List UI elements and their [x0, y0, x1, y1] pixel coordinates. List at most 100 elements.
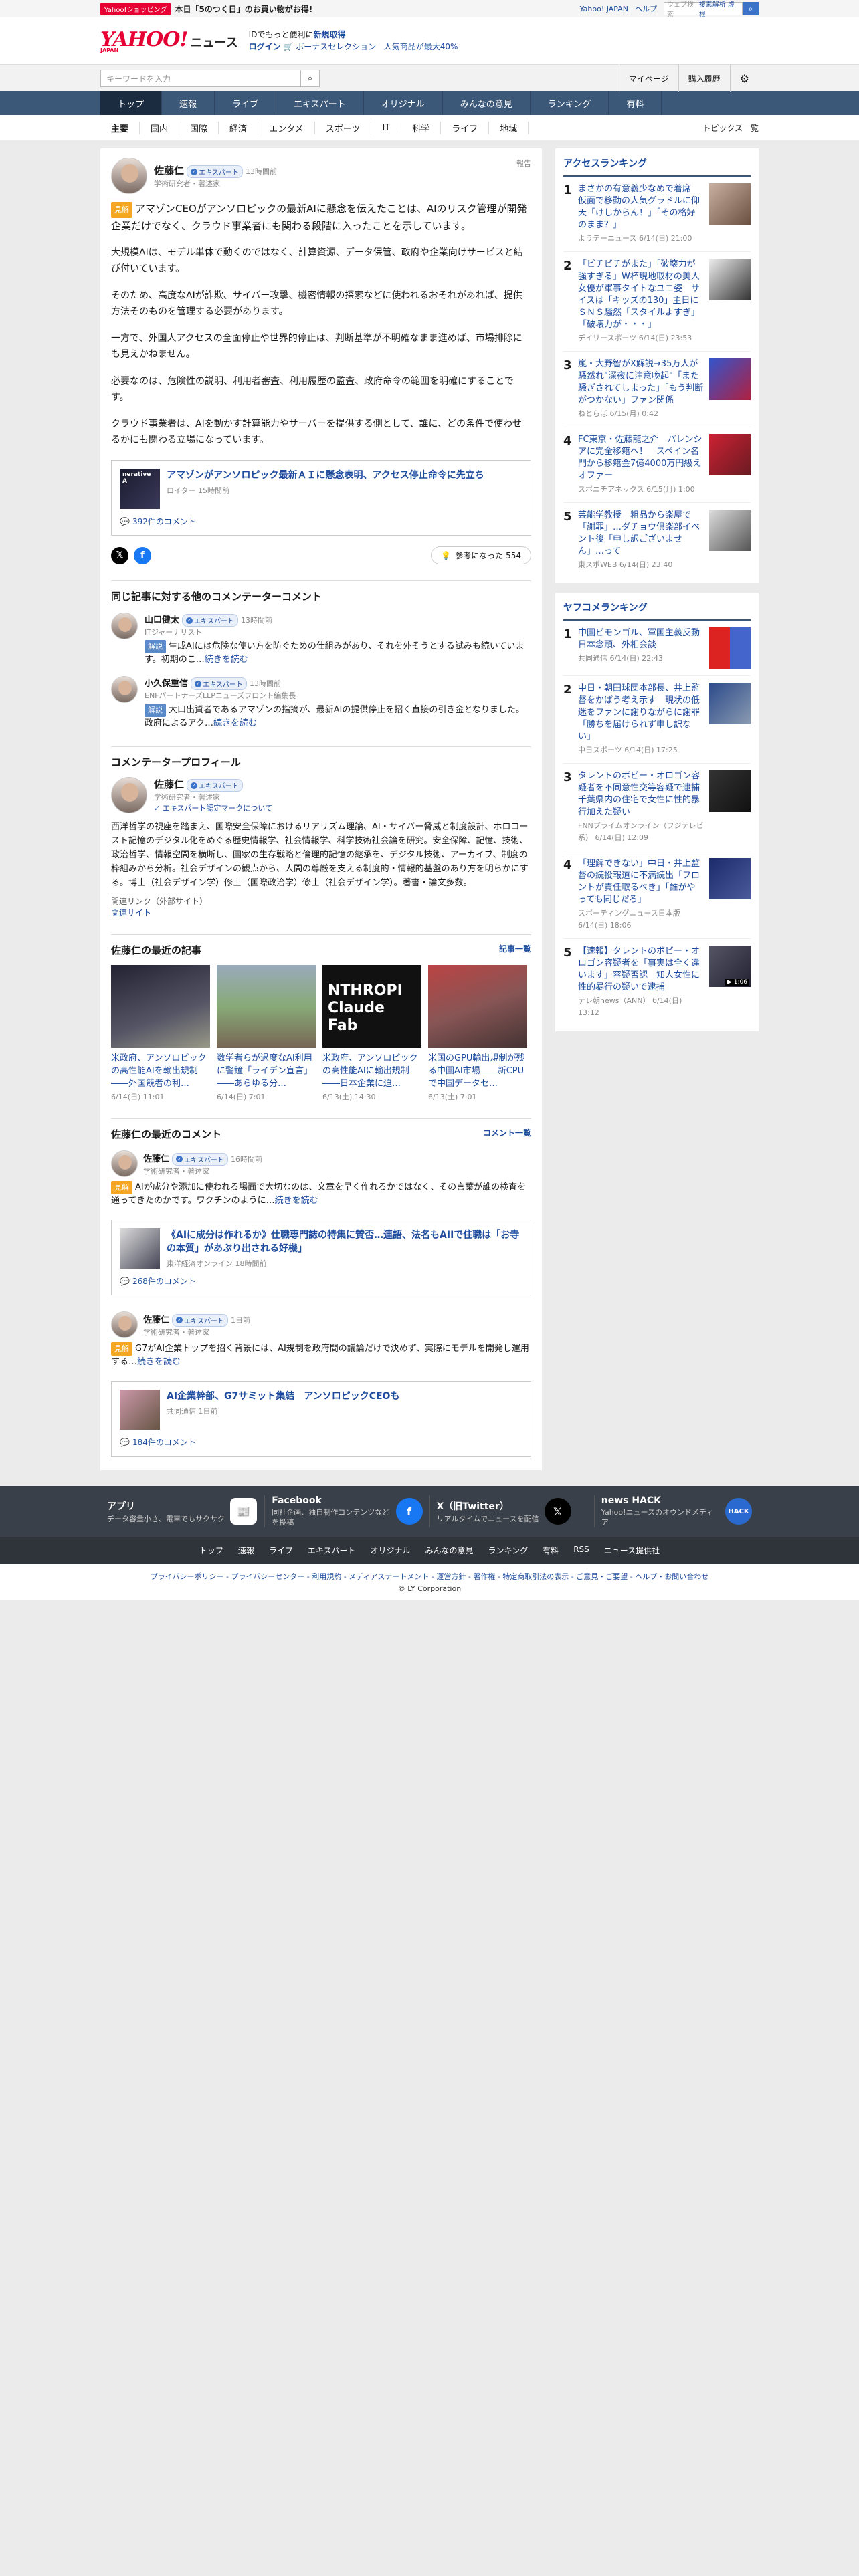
promo-text[interactable]: 本日「5のつく日」のお買い物がお得!: [175, 3, 312, 15]
article-list-link[interactable]: 記事一覧: [499, 943, 531, 957]
signup-link[interactable]: 新規取得: [313, 30, 345, 39]
help-link[interactable]: ヘルプ: [635, 3, 657, 14]
footer-link-top[interactable]: トップ: [199, 1545, 223, 1556]
footer-facebook[interactable]: Facebook 同社企画、独自制作コンテンツなどを投稿 f: [265, 1495, 430, 1527]
category-life[interactable]: ライフ: [441, 121, 490, 134]
expert-mark-link[interactable]: エキスパート認定マークについて: [163, 804, 272, 813]
promo-tag[interactable]: Yahoo!ショッピング: [100, 2, 171, 15]
ranking-item[interactable]: 3 タレントのボビー・オロゴン容疑者を不同意性交等容疑で逮捕 千葉県内の住宅で女…: [563, 764, 751, 851]
source-article-title[interactable]: アマゾンがアンソロピック最新ＡＩに懸念表明、アクセス停止命令に先立ち: [167, 469, 484, 482]
source-article-card[interactable]: 《AIに成分は作れるか》仕職専門誌の特集に賛否…連語、法名もAIIで住職は「お寺…: [111, 1220, 531, 1295]
footer-link-breaking[interactable]: 速報: [238, 1545, 254, 1556]
avatar[interactable]: [111, 1311, 138, 1338]
web-search-button[interactable]: ⌕: [743, 2, 759, 15]
tab-opinions[interactable]: みんなの意見: [443, 91, 531, 115]
ranking-item[interactable]: 2 「ビチビチがまた」「破壊力が強すぎる」W杯現地取材の美人女優が軍事タイトなユ…: [563, 252, 751, 352]
ranking-item[interactable]: 1 まさかの有意義少なめで着席 仮面で移動の人気グラドルに仰天「けしからん！」「…: [563, 177, 751, 252]
footer-news-hack[interactable]: news HACK Yahoo!ニュースのオウンドメディア HACK: [595, 1495, 759, 1527]
shopping-promo[interactable]: Yahoo!ショッピング 本日「5のつく日」のお買い物がお得!: [100, 2, 312, 15]
ranking-item[interactable]: 3 嵐・大野智がX解説→35万人が騒然れ"深夜に注意喚起"「また騒ぎされてしまっ…: [563, 352, 751, 427]
category-entertainment[interactable]: エンタメ: [258, 121, 315, 134]
comment-count-link[interactable]: 💬 392件のコメント: [120, 516, 522, 527]
ranking-item[interactable]: 1 中国ビモンゴル、軍国主義反動日本念頭、外相会談 共同通信 6/14(日) 22…: [563, 621, 751, 676]
ranking-item[interactable]: 5 【速報】タレントのボビー・オロゴン容疑者を「事実は全く違います」容疑否認 知…: [563, 939, 751, 1026]
footer-app[interactable]: アプリ データ容量小さ、電車でもサクサク 📰: [100, 1495, 266, 1527]
related-site-link[interactable]: 関連サイト: [111, 907, 531, 918]
site-footer: アプリ データ容量小さ、電車でもサクサク 📰 Facebook 同社企画、独自制作コ…: [0, 1486, 859, 1564]
ranking-item[interactable]: 4 FC東京・佐藤龍之介 バレンシアに完全移籍へ！ スペイン名門から移籍金7億4…: [563, 427, 751, 503]
share-bar: 𝕏 f 💡 参考になった 554: [111, 546, 531, 564]
category-economy[interactable]: 経済: [219, 121, 259, 134]
avatar[interactable]: [111, 777, 147, 813]
keyword-input[interactable]: キーワードを入力: [100, 70, 301, 87]
category-domestic[interactable]: 国内: [140, 121, 180, 134]
login-link[interactable]: ログイン: [249, 42, 281, 51]
web-search-input[interactable]: ウェブ検索 複素解析 虚根: [664, 1, 743, 19]
avatar[interactable]: [111, 1150, 138, 1177]
ranking-item[interactable]: 4 「理解できない」中日・井上監督の続投報道に不満続出「フロントが責任取るべき」…: [563, 851, 751, 939]
ranking-item[interactable]: 2 中日・朝田球団本部長、井上監督をかばう考え示す 現状の低迷をファンに謝りなが…: [563, 676, 751, 764]
tab-ranking[interactable]: ランキング: [531, 91, 609, 115]
footer-link-opinions[interactable]: みんなの意見: [425, 1545, 474, 1556]
footer-link-live[interactable]: ライブ: [269, 1545, 293, 1556]
tab-expert[interactable]: エキスパート: [276, 91, 364, 115]
mypage-link[interactable]: マイページ: [618, 65, 678, 92]
bonus-link[interactable]: ボーナスセレクション: [296, 42, 376, 51]
tab-original[interactable]: オリジナル: [364, 91, 443, 115]
yahoo-japan-link[interactable]: Yahoo! JAPAN: [579, 5, 628, 13]
comment-count-link[interactable]: 💬 184件のコメント: [120, 1436, 522, 1448]
source-article-card[interactable]: nerative A アマゾンがアンソロピック最新ＡＩに懸念表明、アクセス停止命…: [111, 460, 531, 536]
x-share-icon[interactable]: 𝕏: [111, 546, 128, 564]
article-card[interactable]: 米国のGPU輸出規制が残る中国AI市場――新CPUで中国データセ… 6/13(土…: [428, 965, 527, 1102]
footer-x[interactable]: X（旧Twitter） リアルタイムでニュースを配信 𝕏: [430, 1495, 595, 1527]
report-link[interactable]: 報告: [516, 158, 531, 169]
article-thumbnail: [428, 965, 527, 1048]
tab-breaking[interactable]: 速報: [162, 91, 215, 115]
source-article-card[interactable]: AI企業幹部、G7サミット集結 アンソロピックCEOも 共同通信 1日前 💬 18…: [111, 1381, 531, 1457]
tab-paid[interactable]: 有料: [609, 91, 662, 115]
read-more-link[interactable]: 続きを読む: [213, 718, 257, 728]
category-it[interactable]: IT: [371, 122, 402, 133]
footer-link-expert[interactable]: エキスパート: [308, 1545, 356, 1556]
footer-link-original[interactable]: オリジナル: [371, 1545, 411, 1556]
author-name[interactable]: 佐藤仁: [154, 165, 184, 177]
tab-live[interactable]: ライブ: [215, 91, 277, 115]
article-card[interactable]: NTHROPI Claude Fab 米政府、アンソロピックの高性能AIに輸出規…: [322, 965, 421, 1102]
category-science[interactable]: 科学: [401, 121, 442, 134]
comment-list-link[interactable]: コメント一覧: [483, 1127, 531, 1141]
commenter-name[interactable]: 山口健太: [145, 615, 179, 625]
footer-link-paid[interactable]: 有料: [543, 1545, 559, 1556]
avatar[interactable]: [111, 676, 138, 703]
popular-link[interactable]: 人気商品が最大40%: [384, 42, 458, 51]
opinion-tag: 見解: [111, 1181, 132, 1194]
legal-links[interactable]: プライバシーポリシー - プライバシーセンター - 利用規約 - メディアステー…: [0, 1564, 859, 1584]
footer-link-ranking[interactable]: ランキング: [488, 1545, 529, 1556]
article-card[interactable]: 数学者らが過度なAI利用に警鐘「ライデン宣言」――あらゆる分… 6/14(日) …: [217, 965, 316, 1102]
avatar[interactable]: [111, 158, 147, 194]
section-title: 同じ記事に対する他のコメンテーターコメント: [111, 580, 531, 603]
yahoo-news-logo[interactable]: YAHOO! JAPAN ニュース: [100, 28, 238, 53]
avatar[interactable]: [111, 613, 138, 639]
footer-link-providers[interactable]: ニュース提供社: [604, 1545, 660, 1556]
profile-name[interactable]: 佐藤仁: [154, 778, 184, 790]
tab-top[interactable]: トップ: [100, 91, 163, 115]
topics-list-link[interactable]: トピックス一覧: [702, 122, 759, 134]
ranking-item[interactable]: 5 芸能学教授 粗品から楽屋で「謝罪」…ダチョウ倶楽部イベント後「申し訳ございま…: [563, 503, 751, 578]
settings-button[interactable]: ⚙: [729, 65, 759, 92]
read-more-link[interactable]: 続きを読む: [137, 1357, 181, 1367]
purchase-history-link[interactable]: 購入履歴: [678, 65, 730, 92]
facebook-share-icon[interactable]: f: [134, 546, 151, 564]
read-more-link[interactable]: 続きを読む: [205, 655, 248, 665]
article-card[interactable]: 米政府、アンソロピックの高性能AIを輸出規制――外国競者の利… 6/14(日) …: [111, 965, 210, 1102]
commenter-name[interactable]: 小久保重信: [145, 679, 188, 689]
category-international[interactable]: 国際: [179, 121, 219, 134]
keyword-search-button[interactable]: ⌕: [301, 70, 320, 87]
category-main[interactable]: 主要: [100, 121, 140, 134]
category-local[interactable]: 地域: [489, 121, 529, 134]
footer-link-rss[interactable]: RSS: [573, 1545, 589, 1556]
helpful-button[interactable]: 💡 参考になった 554: [431, 546, 531, 564]
article-thumbnail: [217, 965, 316, 1048]
comment-count-link[interactable]: 💬 268件のコメント: [120, 1275, 522, 1287]
read-more-link[interactable]: 続きを読む: [275, 1196, 318, 1206]
category-sports[interactable]: スポーツ: [315, 121, 372, 134]
